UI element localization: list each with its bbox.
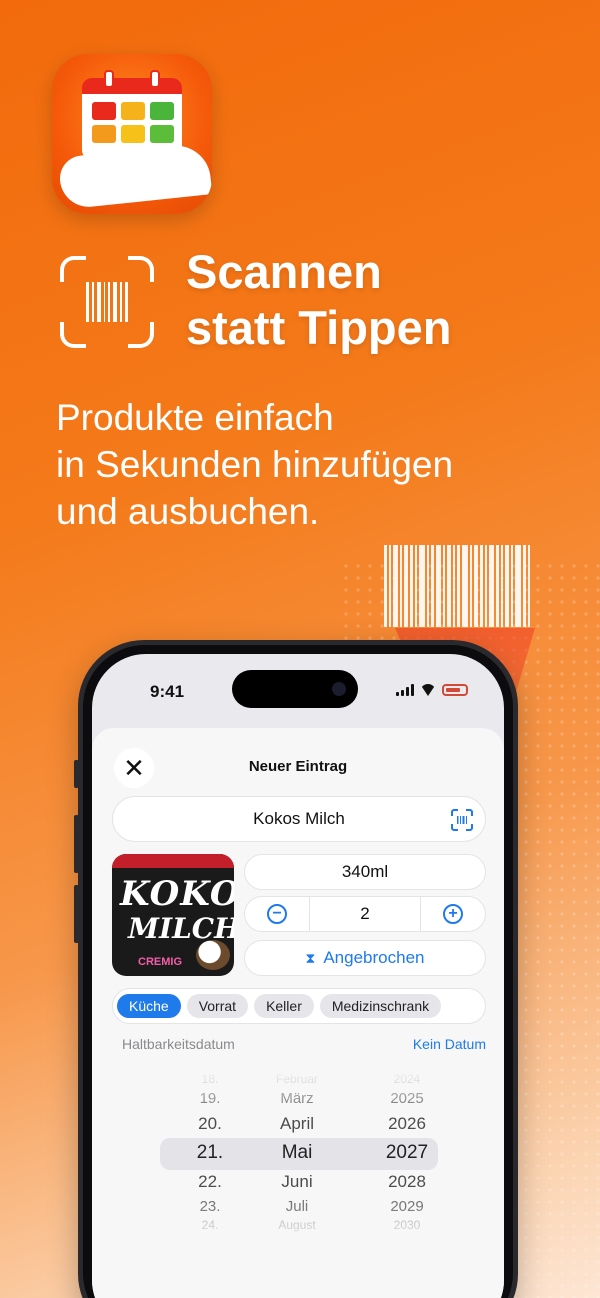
new-entry-sheet: ✕ Neuer Eintrag Kokos Milch KOKOS MILCH … — [92, 728, 504, 1298]
barcode-scan-icon[interactable] — [451, 809, 473, 831]
product-name-value: Kokos Milch — [253, 809, 345, 828]
location-chip-kueche[interactable]: Küche — [117, 994, 181, 1018]
product-photo[interactable]: KOKOS MILCH CREMIG — [112, 854, 234, 976]
phone-screen: 9:41 ✕ Neuer Eintrag Kokos Milch KOK MIL… — [92, 654, 504, 1298]
subline-line-2: in Sekunden hinzufügen — [56, 444, 454, 485]
picker-month-option[interactable]: Juni — [242, 1172, 352, 1192]
wifi-icon — [420, 684, 436, 696]
opened-button[interactable]: ⧗ Angebrochen — [244, 940, 486, 976]
barcode-scan-icon — [60, 256, 154, 348]
expiry-date-label: Haltbarkeitsdatum — [122, 1036, 235, 1052]
no-date-button[interactable]: Kein Datum — [413, 1036, 486, 1052]
app-logo — [52, 54, 212, 214]
minus-icon: − — [267, 904, 287, 924]
decrement-button[interactable]: − — [245, 897, 309, 931]
subline-line-1: Produkte einfach — [56, 397, 334, 438]
battery-icon — [442, 684, 468, 696]
picker-month-option[interactable]: Mai — [242, 1142, 352, 1164]
product-photo-text-3: CREMIG — [138, 956, 182, 968]
headline-line-1: Scannen — [186, 245, 382, 298]
coconut-icon — [196, 940, 230, 970]
location-chip-medizinschrank[interactable]: Medizinschrank — [319, 994, 442, 1018]
quantity-value: 340ml — [341, 862, 389, 881]
quantity-field[interactable]: 340ml — [244, 854, 486, 890]
picker-month-option[interactable]: April — [242, 1114, 352, 1134]
plus-icon: + — [443, 904, 463, 924]
phone-mockup: 9:41 ✕ Neuer Eintrag Kokos Milch KOK MIL… — [74, 640, 518, 1298]
signal-icon — [396, 684, 414, 696]
location-chip-keller[interactable]: Keller — [254, 994, 314, 1018]
increment-button[interactable]: + — [421, 897, 485, 931]
count-stepper: − 2 + — [244, 896, 486, 932]
picker-day-option[interactable]: 20. — [182, 1114, 238, 1134]
status-time: 9:41 — [150, 682, 185, 701]
subheadline: Produkte einfach in Sekunden hinzufügen … — [56, 394, 576, 535]
date-picker[interactable]: 18.19.20.21.22.23.24. FebruarMärzAprilMa… — [112, 1068, 486, 1248]
product-photo-text-1: KOKOS — [120, 874, 234, 914]
headline-line-2: statt Tippen — [186, 301, 452, 354]
picker-day-option[interactable]: 22. — [182, 1172, 238, 1192]
sheet-title: Neuer Eintrag — [248, 758, 348, 775]
location-selector: Küche Vorrat Keller Medizinschrank — [112, 988, 486, 1024]
subline-line-3: und ausbuchen. — [56, 491, 320, 532]
hand-icon — [57, 142, 212, 210]
opened-label: Angebrochen — [323, 948, 425, 967]
picker-day-option[interactable]: 21. — [182, 1142, 238, 1164]
product-name-field[interactable]: Kokos Milch — [112, 796, 486, 842]
picker-year-option[interactable]: 2026 — [362, 1114, 452, 1134]
status-icons — [396, 684, 468, 696]
headline: Scannen statt Tippen — [186, 244, 451, 356]
hourglass-icon: ⧗ — [305, 949, 316, 966]
picker-year-option[interactable]: 2028 — [362, 1172, 452, 1192]
barcode-graphic — [384, 545, 552, 627]
picker-year-option[interactable]: 2027 — [362, 1142, 452, 1164]
location-chip-vorrat[interactable]: Vorrat — [186, 994, 249, 1018]
dynamic-island — [232, 670, 358, 708]
count-value: 2 — [309, 897, 421, 931]
